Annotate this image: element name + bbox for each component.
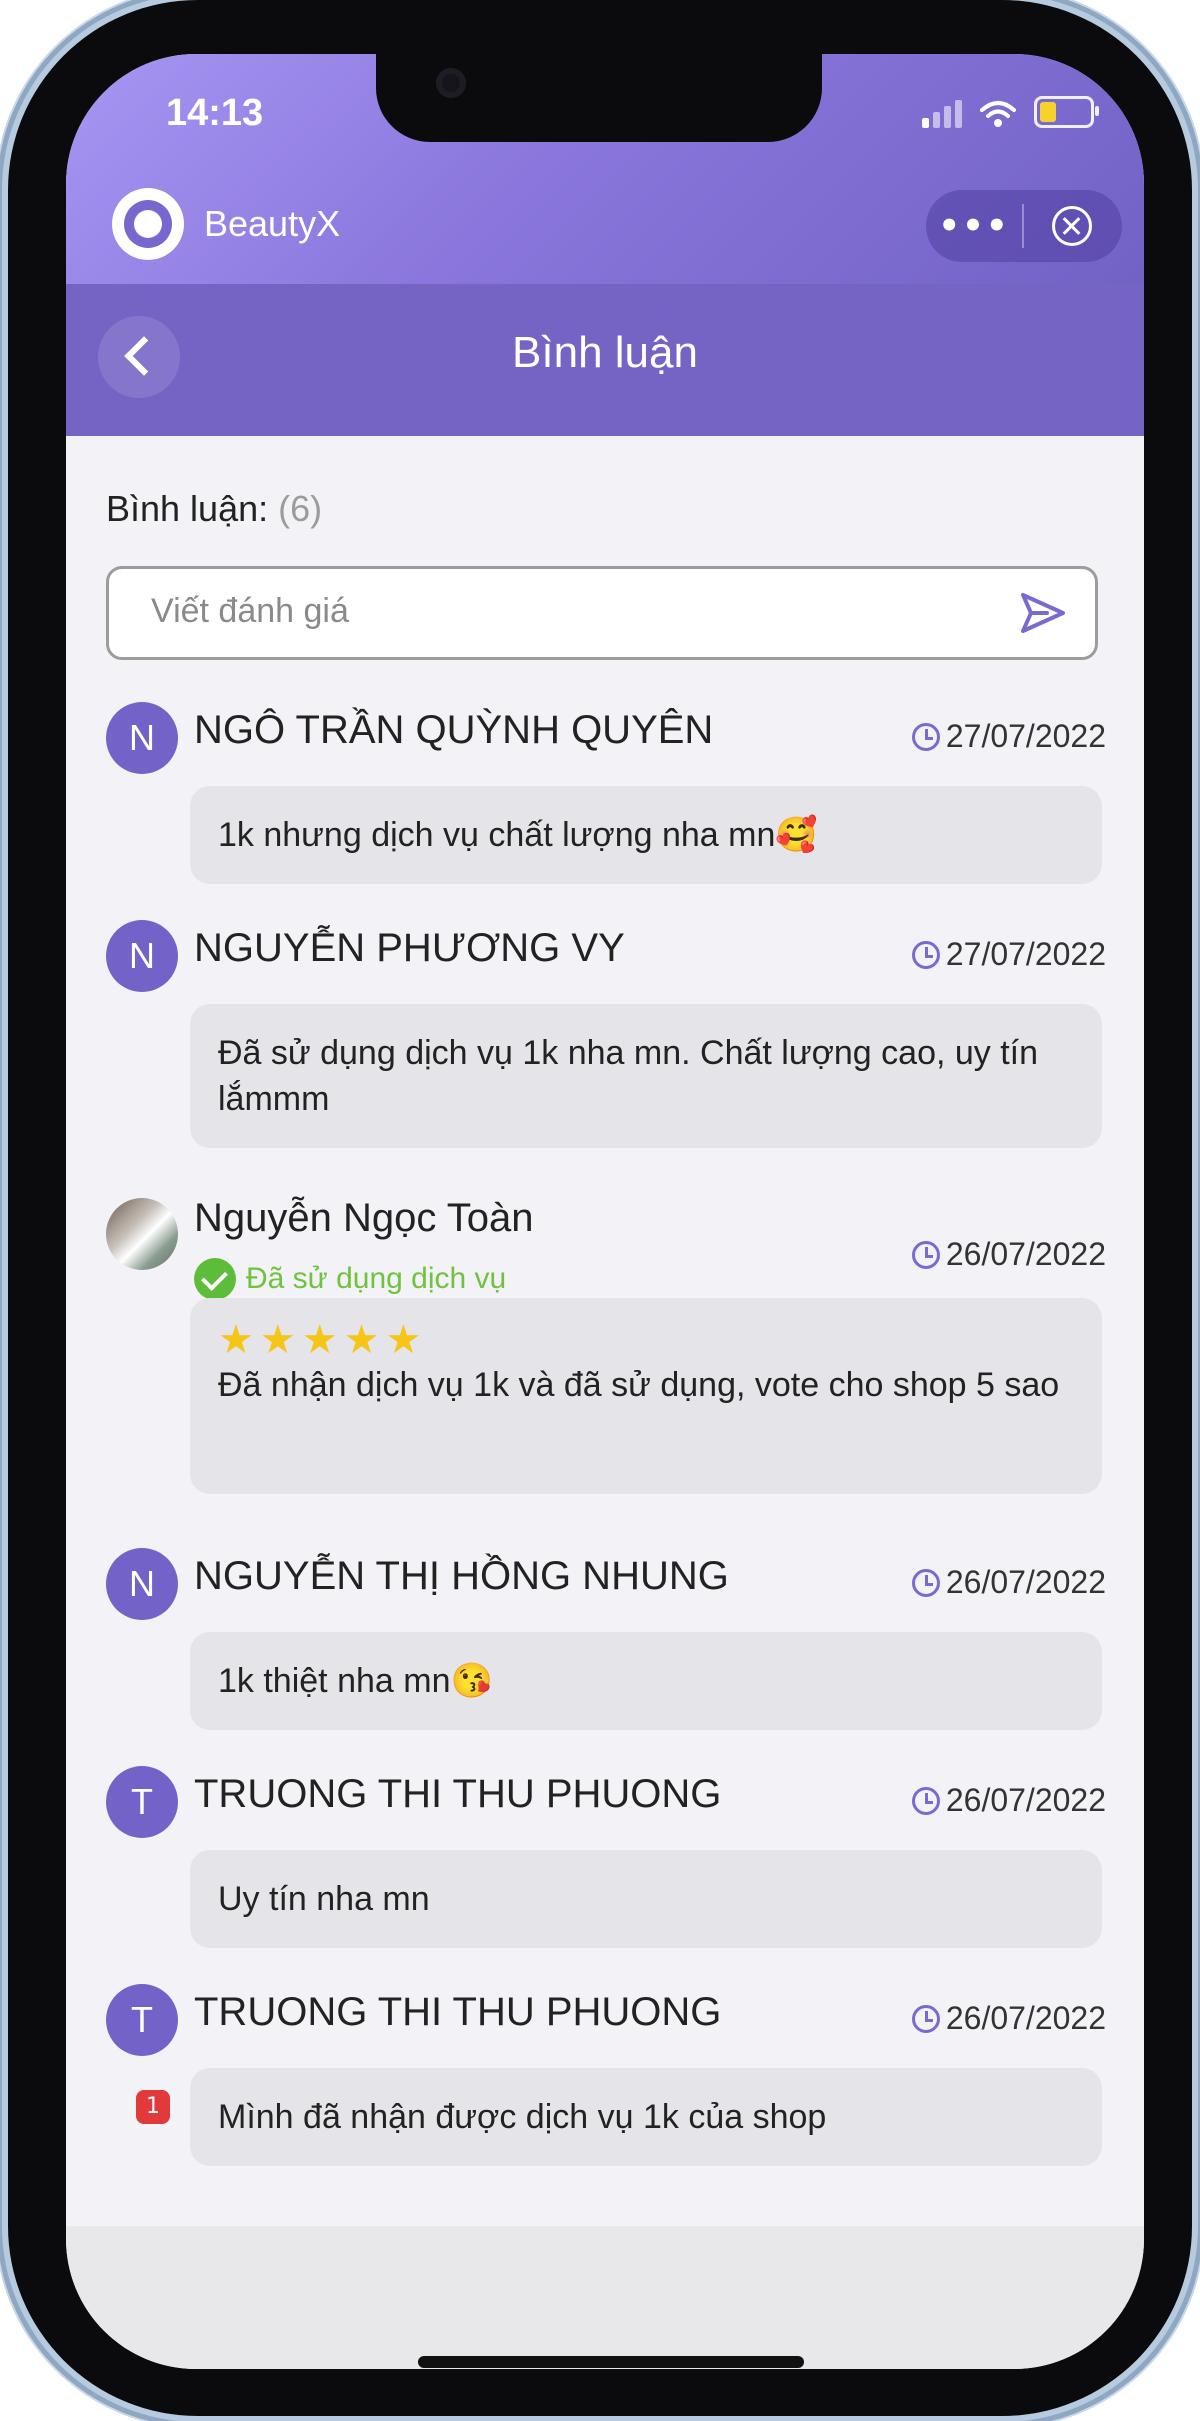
close-button[interactable] — [1024, 206, 1120, 246]
comment-text: Mình đã nhận được dịch vụ 1k của shop — [190, 2068, 1102, 2166]
comment-text: Uy tín nha mn — [190, 1850, 1102, 1948]
comment-date-text: 26/07/2022 — [945, 2000, 1106, 2036]
close-icon — [1052, 206, 1092, 246]
clock-icon — [911, 722, 940, 751]
comments-content: Bình luận: (6) N NGÔ TRẦN QUỲNH QUYÊN 27… — [66, 436, 1144, 2226]
comment-date: 26/07/2022 — [911, 1782, 1106, 1819]
clock-icon — [911, 940, 940, 969]
commenter-name: TRUONG THI THU PHUONG — [194, 1990, 722, 2034]
comment-count-row: Bình luận: (6) — [106, 488, 322, 530]
comment-bubble: ★★★★★ Đã nhận dịch vụ 1k và đã sử dụng, … — [190, 1298, 1102, 1494]
clock-icon — [911, 1240, 940, 1269]
home-indicator-area — [66, 2226, 1144, 2369]
comment-date: 26/07/2022 — [911, 1236, 1106, 1273]
page-title: Bình luận — [512, 328, 698, 377]
star-rating: ★★★★★ — [218, 1318, 428, 1362]
commenter-name: NGÔ TRẦN QUỲNH QUYÊN — [194, 708, 714, 752]
status-icons — [922, 96, 1099, 128]
volume-up-button — [0, 430, 8, 560]
review-input[interactable] — [149, 591, 973, 632]
verified-purchase-badge: Đã sử dụng dịch vụ — [194, 1258, 506, 1300]
check-circle-icon — [194, 1258, 236, 1300]
miniapp-capsule: ••• — [926, 190, 1122, 262]
verified-label: Đã sử dụng dịch vụ — [246, 1262, 507, 1295]
comment-count-label: Bình luận: — [106, 488, 269, 529]
commenter-name: NGUYỄN THỊ HỒNG NHUNG — [194, 1554, 729, 1598]
comment-count: (6) — [278, 488, 323, 529]
comment-date: 27/07/2022 — [911, 936, 1106, 973]
clock-icon — [911, 2004, 940, 2033]
comment-date-text: 27/07/2022 — [945, 936, 1106, 972]
comment-date-text: 26/07/2022 — [945, 1236, 1106, 1272]
clock-icon — [911, 1786, 940, 1815]
comment-date: 27/07/2022 — [911, 718, 1106, 755]
avatar: N — [106, 920, 178, 992]
avatar: N — [106, 702, 178, 774]
avatar-photo — [106, 1198, 178, 1270]
commenter-name: NGUYỄN PHƯƠNG VY — [194, 926, 625, 970]
comment-text: Đã sử dụng dịch vụ 1k nha mn. Chất lượng… — [190, 1004, 1102, 1148]
comment-text: Đã nhận dịch vụ 1k và đã sử dụng, vote c… — [218, 1366, 1060, 1404]
battery-icon — [1034, 96, 1099, 128]
signal-icon — [922, 98, 962, 128]
comment-date: 26/07/2022 — [911, 1564, 1106, 1601]
clock-icon — [911, 1568, 940, 1597]
camera-icon — [436, 68, 466, 98]
send-icon[interactable] — [1017, 587, 1069, 639]
avatar: T — [106, 1984, 178, 2056]
comment-date-text: 27/07/2022 — [945, 718, 1106, 754]
comment-text: 1k nhưng dịch vụ chất lượng nha mn🥰 — [190, 786, 1102, 884]
avatar: T — [106, 1766, 178, 1838]
comment-date-text: 26/07/2022 — [945, 1564, 1106, 1600]
comment-text: 1k thiệt nha mn😘 — [190, 1632, 1102, 1730]
mute-switch — [0, 300, 8, 370]
more-button[interactable]: ••• — [926, 206, 1022, 246]
app-name: BeautyX — [204, 203, 341, 244]
notification-badge[interactable]: 1 — [136, 2090, 170, 2124]
commenter-name: TRUONG THI THU PHUONG — [194, 1772, 722, 1816]
wifi-icon — [980, 101, 1016, 127]
app-logo-icon — [112, 188, 184, 260]
review-input-box — [106, 566, 1098, 660]
notch — [376, 54, 822, 142]
phone-frame: 14:13 BeautyX ••• Bình luận Bình luận: (… — [8, 0, 1192, 2416]
avatar: N — [106, 1548, 178, 1620]
screen: 14:13 BeautyX ••• Bình luận Bình luận: (… — [66, 54, 1144, 2369]
commenter-name: Nguyễn Ngọc Toàn — [194, 1196, 534, 1240]
page-header: Bình luận — [66, 284, 1144, 436]
volume-down-button — [0, 590, 8, 720]
power-button — [1192, 470, 1200, 670]
status-time: 14:13 — [166, 92, 264, 134]
home-indicator[interactable] — [418, 2356, 804, 2368]
comment-date: 26/07/2022 — [911, 2000, 1106, 2037]
comment-date-text: 26/07/2022 — [945, 1782, 1106, 1818]
